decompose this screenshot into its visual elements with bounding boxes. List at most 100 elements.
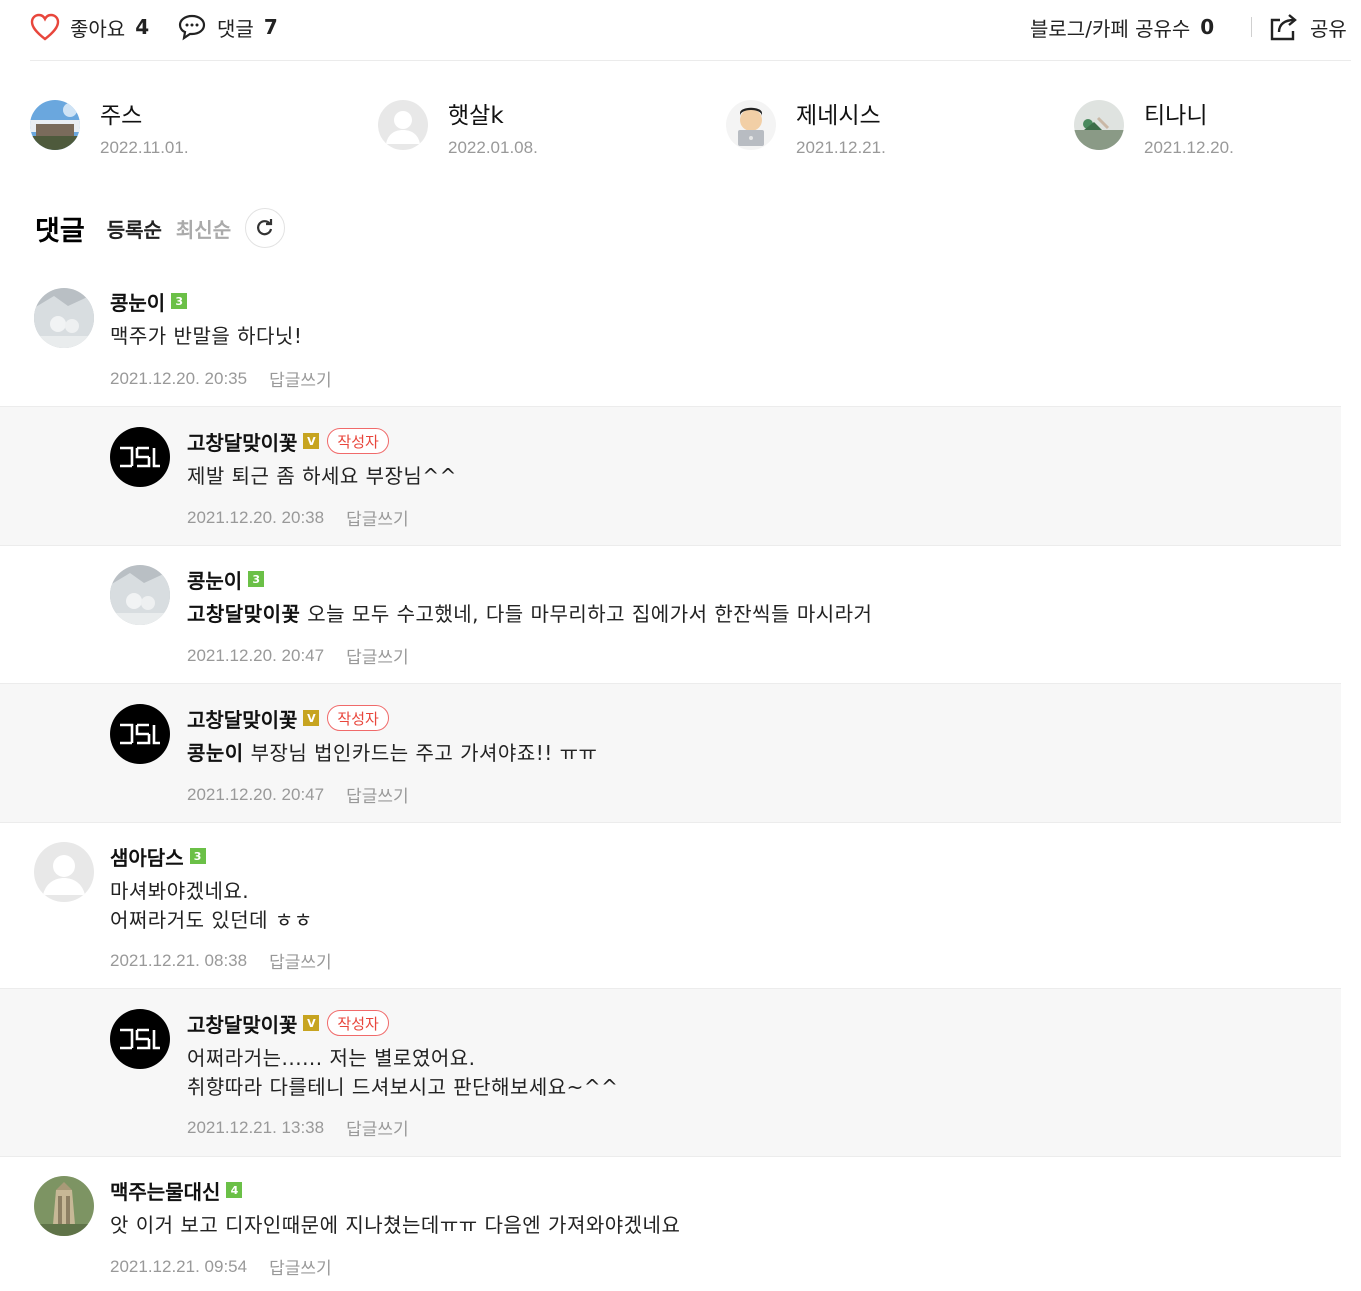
liker-date: 2022.11.01. (100, 138, 189, 157)
comments-header: 댓글 등록순 최신순 (35, 208, 286, 248)
default-profile-icon[interactable] (34, 842, 94, 902)
level-badge: 4 (226, 1182, 243, 1198)
comments-title: 댓글 (35, 215, 85, 247)
reply-button[interactable]: 답글쓰기 (346, 505, 409, 530)
liker-name: 햇살k (448, 103, 504, 129)
avatar[interactable] (34, 1176, 94, 1236)
author-tag: 작성자 (327, 1010, 389, 1036)
comment-date: 2021.12.20. 20:35 (110, 368, 248, 388)
nickname[interactable]: 샘아담스 (110, 842, 184, 871)
like-count: 4 (135, 15, 150, 39)
nickname[interactable]: 고창달맞이꽃 (187, 1009, 297, 1038)
comment-meta: 2021.12.20. 20:47 답글쓰기 (187, 643, 409, 669)
nickname[interactable]: 콩눈이 (110, 287, 165, 316)
comment-text: 콩눈이 부장님 법인카드는 주고 가셔야죠!! ㅠㅠ (187, 739, 597, 768)
comment-count: 7 (263, 15, 278, 39)
verified-badge: V (303, 1015, 320, 1031)
comment-text: 고창달맞이꽃 오늘 모두 수고했네, 다들 마무리하고 집에가서 한잔씩들 마시… (187, 600, 872, 629)
liker-item[interactable]: 티나니 2021.12.20. (1074, 96, 1361, 166)
reply-button[interactable]: 답글쓰기 (269, 948, 332, 973)
comment-author: 맥주는물대신 4 (110, 1176, 243, 1205)
like-label: 좋아요 (70, 16, 126, 41)
liker-list: 주스 2022.11.01. 햇살k 2022.01.08. 제네시스 2021… (30, 96, 1361, 176)
comment-date: 2021.12.20. 20:47 (187, 645, 325, 665)
comment-line: 취향따라 다를테니 드셔보시고 판단해보세요~^^ (187, 1075, 619, 1099)
reply-button[interactable]: 답글쓰기 (346, 1115, 409, 1140)
divider (1251, 17, 1252, 37)
author-tag: 작성자 (327, 428, 389, 454)
nickname[interactable]: 콩눈이 (187, 565, 242, 594)
heart-icon (30, 13, 60, 41)
nickname[interactable]: 고창달맞이꽃 (187, 427, 297, 456)
comment-author: 고창달맞이꽃 V 작성자 (187, 427, 389, 455)
avatar (30, 100, 80, 150)
comment-item: 콩눈이 3 맥주가 반말을 하다닛! 2021.12.20. 20:35 답글쓰… (0, 280, 1341, 406)
comment-meta: 2021.12.21. 09:54 답글쓰기 (110, 1254, 332, 1280)
comment-item: 샘아담스 3 마셔봐야겠네요. 어쩌라거도 있던데 ㅎㅎ 2021.12.21.… (0, 822, 1341, 988)
share-button[interactable]: 공유 (1268, 10, 1347, 44)
comment-date: 2021.12.21. 13:38 (187, 1117, 325, 1137)
liker-date: 2021.12.20. (1144, 138, 1234, 157)
reply-button[interactable]: 답글쓰기 (346, 643, 409, 668)
reply-item: 콩눈이 3 고창달맞이꽃 오늘 모두 수고했네, 다들 마무리하고 집에가서 한… (0, 545, 1341, 683)
comment-date: 2021.12.20. 20:38 (187, 507, 325, 527)
comment-meta: 2021.12.21. 13:38 답글쓰기 (187, 1115, 409, 1141)
comment-meta: 2021.12.20. 20:38 답글쓰기 (187, 505, 409, 531)
share-count-value: 0 (1200, 15, 1215, 39)
comment-author: 콩눈이 3 (110, 287, 188, 316)
avatar[interactable] (110, 704, 170, 764)
comment-button[interactable]: 댓글 7 (177, 10, 278, 44)
blog-logo-icon (110, 704, 170, 764)
avatar[interactable] (110, 1009, 170, 1069)
author-tag: 작성자 (327, 705, 389, 731)
comment-meta: 2021.12.20. 20:47 답글쓰기 (187, 782, 409, 808)
nickname[interactable]: 맥주는물대신 (110, 1176, 220, 1205)
like-button[interactable]: 좋아요 4 (30, 10, 149, 44)
comment-text: 맥주가 반말을 하다닛! (110, 322, 302, 351)
blog-logo-icon (110, 1009, 170, 1069)
liker-item[interactable]: 주스 2022.11.01. (30, 96, 370, 166)
reply-item: 고창달맞이꽃 V 작성자 어쩌라거는...... 저는 별로였어요. 취향따라 … (0, 988, 1341, 1157)
comment-line: 제발 퇴근 좀 하세요 부장님^^ (187, 464, 457, 488)
mention-link[interactable]: 고창달맞이꽃 (187, 602, 300, 626)
comment-text: 마셔봐야겠네요. 어쩌라거도 있던데 ㅎㅎ (110, 877, 313, 935)
comment-line: 어쩌라거도 있던데 ㅎㅎ (110, 908, 313, 932)
comment-meta: 2021.12.21. 08:38 답글쓰기 (110, 948, 332, 974)
comment-line: 마셔봐야겠네요. (110, 879, 250, 903)
avatar (726, 100, 776, 150)
sort-latest-button[interactable]: 최신순 (176, 214, 231, 243)
reply-item: 고창달맞이꽃 V 작성자 제발 퇴근 좀 하세요 부장님^^ 2021.12.2… (0, 406, 1341, 546)
comment-date: 2021.12.20. 20:47 (187, 784, 325, 804)
liker-name: 제네시스 (796, 103, 881, 129)
comment-author: 샘아담스 3 (110, 842, 206, 870)
reply-item: 고창달맞이꽃 V 작성자 콩눈이 부장님 법인카드는 주고 가셔야죠!! ㅠㅠ … (0, 683, 1341, 823)
comment-author: 고창달맞이꽃 V 작성자 (187, 1009, 389, 1037)
liker-item[interactable]: 제네시스 2021.12.21. (726, 96, 1066, 166)
nickname[interactable]: 고창달맞이꽃 (187, 704, 297, 733)
level-badge: 3 (171, 293, 188, 309)
avatar[interactable] (34, 288, 94, 348)
sort-registered-button[interactable]: 등록순 (107, 214, 162, 243)
blog-logo-icon (110, 427, 170, 487)
share-count: 블로그/카페 공유수 0 (1030, 10, 1214, 44)
comment-item: 맥주는물대신 4 앗 이거 보고 디자인때문에 지나쳤는데ㅠㅠ 다음엔 가져와야… (0, 1156, 1341, 1291)
reply-button[interactable]: 답글쓰기 (346, 782, 409, 807)
reply-button[interactable]: 답글쓰기 (269, 366, 332, 391)
mention-link[interactable]: 콩눈이 (187, 741, 244, 765)
avatar (1074, 100, 1124, 150)
liker-name: 티나니 (1144, 103, 1208, 129)
comment-line: 부장님 법인카드는 주고 가셔야죠!! ㅠㅠ (250, 741, 598, 765)
liker-item[interactable]: 햇살k 2022.01.08. (378, 96, 718, 166)
comment-line: 맥주가 반말을 하다닛! (110, 324, 303, 348)
avatar[interactable] (110, 565, 170, 625)
verified-badge: V (303, 433, 320, 449)
liker-date: 2022.01.08. (448, 138, 538, 157)
comment-text: 어쩌라거는...... 저는 별로였어요. 취향따라 다를테니 드셔보시고 판단… (187, 1044, 618, 1102)
level-badge: 3 (248, 571, 265, 587)
avatar[interactable] (110, 427, 170, 487)
reply-button[interactable]: 답글쓰기 (269, 1254, 332, 1279)
comment-author: 고창달맞이꽃 V 작성자 (187, 704, 389, 732)
share-label: 공유 (1310, 16, 1347, 41)
share-count-label: 블로그/카페 공유수 (1030, 16, 1191, 41)
refresh-button[interactable] (245, 208, 286, 248)
